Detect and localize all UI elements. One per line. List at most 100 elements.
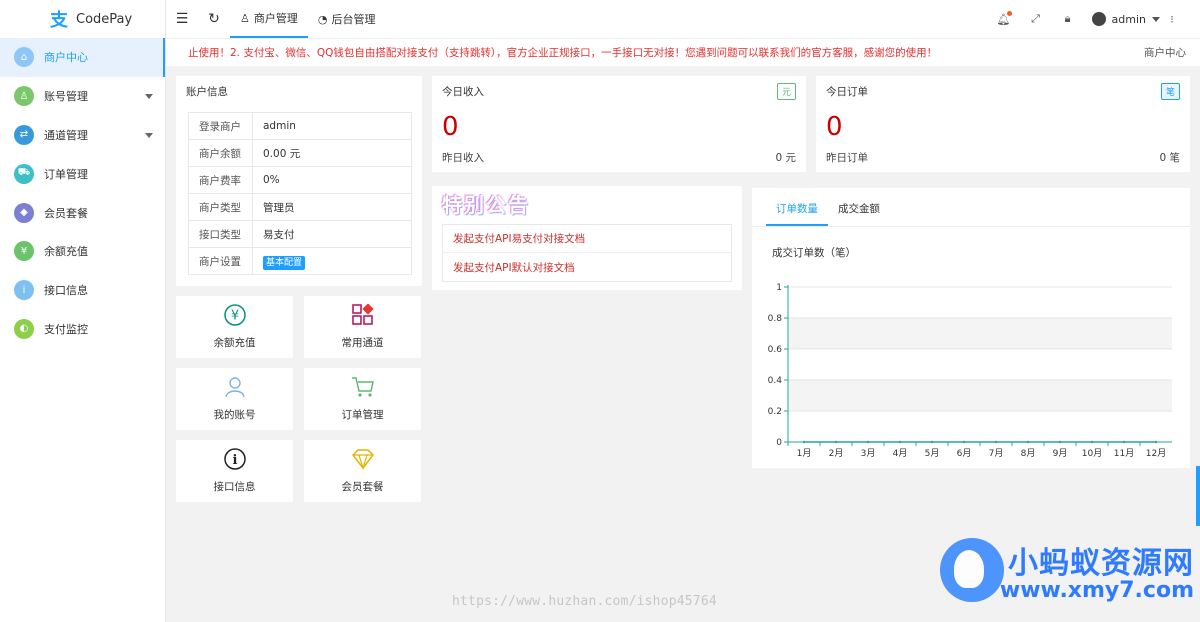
tab-merchant[interactable]: ♙ 商户管理: [230, 0, 308, 38]
account-key: 商户费率: [188, 166, 253, 194]
y-tick-label: 0.6: [768, 345, 783, 355]
sidebar-item-0[interactable]: ⌂ 商户中心: [0, 38, 165, 77]
cart-icon: ⛟: [14, 163, 34, 184]
y-tick-label: 0.8: [768, 314, 783, 324]
user-icon: ♙: [14, 86, 34, 107]
sidebar-item-label: 商户中心: [44, 51, 88, 65]
top-header: ☰ ↻ ♙ 商户管理 ◔ 后台管理 🔔︎ ⤢ 🔒︎ admin ⁝: [166, 0, 1200, 38]
x-tick-label: 10月: [1082, 448, 1102, 459]
tile-label: 我的账号: [213, 409, 256, 421]
notice-text: 止使用！2. 支付宝、微信、QQ钱包自由搭配对接支付（支持跳转），官方企业正规接…: [188, 47, 938, 59]
home-icon: ⌂: [14, 47, 34, 68]
data-point: [802, 440, 806, 444]
doc-link-epay[interactable]: 发起支付API易支付对接文档: [443, 225, 731, 253]
income-value: 0: [442, 112, 459, 142]
user-menu[interactable]: admin: [1091, 12, 1160, 26]
app-name: CodePay: [76, 11, 133, 27]
data-point: [834, 440, 838, 444]
watermark-url: https://www.huzhan.com/ishop45764: [452, 594, 717, 609]
refresh-icon[interactable]: ↻: [198, 11, 230, 27]
doc-link-default[interactable]: 发起支付API默认对接文档: [443, 253, 731, 281]
x-tick-label: 7月: [989, 448, 1004, 459]
dashboard-icon: ◔: [317, 12, 328, 26]
quick-tile-2[interactable]: 我的账号: [176, 368, 293, 430]
quick-tile-4[interactable]: i 接口信息: [176, 440, 293, 502]
notification-dot: [1006, 10, 1012, 16]
x-tick-label: 6月: [957, 448, 972, 459]
sidebar-item-label: 余额充值: [44, 245, 88, 259]
bell-icon[interactable]: 🔔︎: [988, 10, 1020, 26]
account-table: 登录商户 admin 商户余额 0.00 元商户费率 0% 商户类型 管理员 接口类型 易支付商…: [188, 112, 412, 275]
breadcrumb: 商户中心: [1144, 47, 1186, 59]
sidebar-item-label: 订单管理: [44, 167, 88, 181]
income-title: 今日收入: [442, 86, 484, 98]
lock-icon[interactable]: 🔒︎: [1052, 12, 1084, 26]
watermark-logo-icon: [940, 538, 1004, 602]
sidebar-item-7[interactable]: ◐ 支付监控: [0, 310, 165, 349]
more-icon[interactable]: ⁝: [1160, 13, 1184, 26]
basic-config-button[interactable]: 基本配置: [263, 255, 306, 270]
x-tick-label: 5月: [925, 448, 940, 459]
account-key: 登录商户: [188, 112, 253, 140]
data-point: [1122, 440, 1126, 444]
yen-icon: ¥: [223, 304, 246, 329]
sidebar-item-4[interactable]: ◆ 会员套餐: [0, 193, 165, 232]
quick-tile-3[interactable]: 订单管理: [304, 368, 421, 430]
notice-bar: 止使用！2. 支付宝、微信、QQ钱包自由搭配对接支付（支持跳转），官方企业正规接…: [166, 38, 1200, 66]
app-logo[interactable]: 支 CodePay: [0, 0, 165, 38]
quick-tile-0[interactable]: ¥ 余额充值: [176, 296, 293, 358]
x-tick-label: 3月: [861, 448, 876, 459]
chart-card: 订单数量 成交金额 成交订单数（笔） 0 0.2 0.4 0.6 0.8 1 1月 2月 3月 4月…: [752, 188, 1190, 468]
x-tick-label: 12月: [1146, 448, 1166, 459]
chart-title: 成交订单数（笔）: [772, 246, 856, 259]
account-value: 易支付: [263, 228, 295, 241]
scroll-indicator[interactable]: [1196, 466, 1200, 526]
orders-badge: 笔: [1160, 83, 1180, 100]
data-point: [866, 440, 870, 444]
info-icon: i: [14, 280, 34, 301]
sidebar-item-5[interactable]: ¥ 余额充值: [0, 232, 165, 271]
menu-toggle-icon[interactable]: ☰: [166, 11, 198, 27]
data-point: [1090, 440, 1094, 444]
watermark-logo-shape: [954, 550, 984, 588]
fullscreen-icon[interactable]: ⤢: [1020, 12, 1052, 26]
sidebar-item-1[interactable]: ♙ 账号管理: [0, 77, 165, 116]
announcement-title: 特别公告: [442, 193, 530, 217]
y-tick-label: 1: [776, 283, 782, 293]
watermark-brand-cn: 小蚂蚁资源网: [1008, 546, 1194, 581]
quick-tile-5[interactable]: 会员套餐: [304, 440, 421, 502]
account-value: 0%: [263, 174, 280, 186]
x-tick-label: 11月: [1114, 448, 1134, 459]
data-point: [930, 440, 934, 444]
sidebar-menu: ⌂ 商户中心 ♙ 账号管理 ⇄ 通道管理 ⛟ 订单管理 ◆ 会员套餐 ¥ 余额充值 i 接口信息 ◐ 支付监控: [0, 38, 165, 348]
apps-icon: [351, 303, 374, 329]
account-key: 商户余额: [188, 139, 253, 167]
orders-card: 今日订单 笔 0 昨日订单 0 笔: [816, 76, 1190, 172]
chevron-down-icon: [145, 94, 153, 100]
account-value-cell: 管理员: [252, 193, 412, 221]
account-title: 账户信息: [186, 86, 228, 98]
quick-tile-1[interactable]: 常用通道: [304, 296, 421, 358]
chevron-down-icon: [1152, 16, 1160, 22]
chevron-down-icon: [145, 132, 153, 138]
orders-chart: 成交订单数（笔）00.20.40.60.811月 2月 3月 4月 5月 6月 7月 8月 9月…: [768, 246, 1172, 459]
user-icon: ♙: [240, 11, 250, 25]
income-yesterday-value: 0 元: [775, 152, 796, 164]
sidebar-item-2[interactable]: ⇄ 通道管理: [0, 116, 165, 155]
svg-text:i: i: [232, 453, 237, 468]
watermark-brand-en: www.xmy7.com: [999, 578, 1194, 603]
diamond-icon: [351, 448, 375, 473]
account-value: admin: [263, 120, 296, 132]
data-point: [1058, 440, 1062, 444]
data-point: [962, 440, 966, 444]
sidebar-item-6[interactable]: i 接口信息: [0, 271, 165, 310]
x-tick-label: 9月: [1053, 448, 1068, 459]
sidebar-item-3[interactable]: ⛟ 订单管理: [0, 154, 165, 193]
orders-value: 0: [826, 112, 843, 142]
income-badge: 元: [776, 83, 796, 100]
orders-yesterday-value: 0 笔: [1159, 152, 1180, 164]
x-tick-label: 4月: [893, 448, 908, 459]
sidebar: 支 CodePay ⌂ 商户中心 ♙ 账号管理 ⇄ 通道管理 ⛟ 订单管理 ◆ 会员套餐 ¥ 余额充值…: [0, 0, 166, 622]
tab-admin[interactable]: ◔ 后台管理: [308, 0, 386, 38]
orders-yesterday-row: 昨日订单 0 笔: [826, 150, 1180, 165]
